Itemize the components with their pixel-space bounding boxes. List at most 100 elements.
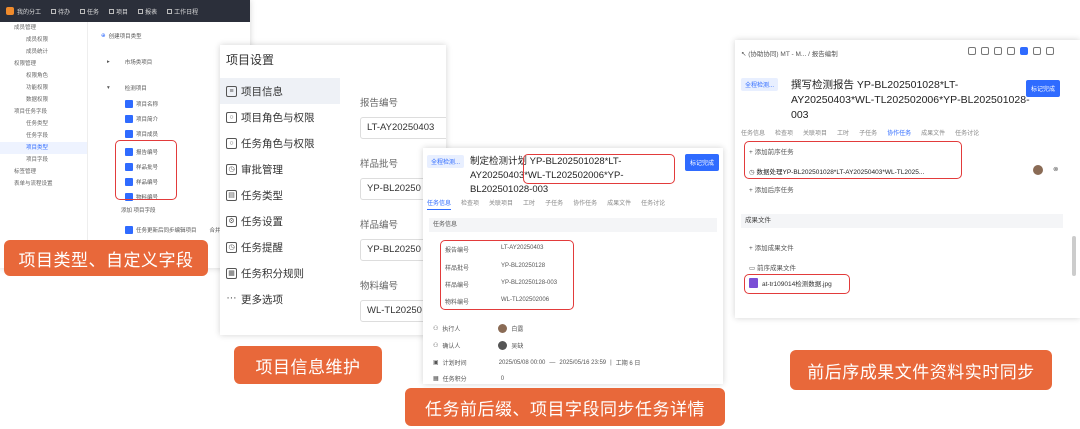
sync-option-row[interactable]: 任务更新后同步编辑项目 合并同 (125, 226, 226, 234)
app-name[interactable]: 我的分工 (17, 7, 41, 16)
checkbox[interactable] (125, 226, 133, 234)
flag-icon[interactable] (1020, 47, 1028, 55)
pre-files-folder[interactable]: ▭ 前序成果文件 (749, 262, 796, 272)
menu-approval[interactable]: ◷ 审批管理 (220, 156, 340, 182)
tab-linked-project[interactable]: 关联项目 (489, 198, 513, 210)
tab-discussion[interactable]: 任务讨论 (955, 128, 979, 137)
more-icon[interactable] (1046, 47, 1054, 55)
highlight-box (744, 274, 850, 294)
gear-icon: ⚙ (226, 215, 237, 227)
status-badge: 全程检测... (427, 155, 465, 168)
field-label: 样品批号 (360, 159, 399, 170)
add-file-button[interactable]: + 添加成果文件 (749, 242, 794, 252)
score-icon: ▦ (433, 376, 439, 382)
type-row-market[interactable]: ▸ 市场类项目 (107, 58, 152, 66)
sidebar-item[interactable]: 权限角色 (0, 70, 87, 82)
nav-task[interactable]: 任务 (80, 7, 99, 16)
field-row[interactable]: 项目简介 (125, 115, 158, 123)
field-label: 物料编号 (360, 281, 399, 292)
tab-subtasks[interactable]: 子任务 (859, 128, 877, 137)
menu-task-type[interactable]: ▤ 任务类型 (220, 182, 340, 208)
tab-hours[interactable]: 工时 (837, 128, 849, 137)
tab-discussion[interactable]: 任务讨论 (641, 198, 665, 210)
executor-row: ⚇ 执行人 白露 (433, 324, 524, 333)
tab-subtasks[interactable]: 子任务 (545, 198, 563, 210)
user-icon: ○ (226, 137, 237, 149)
menu-more[interactable]: ⋯ 更多选项 (220, 286, 340, 312)
tab-collab[interactable]: 协作任务 (887, 128, 911, 137)
info-icon: ≡ (226, 85, 237, 97)
section-header: 成果文件 (741, 214, 1063, 228)
caption-project-type: 项目类型、自定义字段 (4, 240, 208, 276)
menu-task-roles[interactable]: ○ 任务角色与权限 (220, 130, 340, 156)
avatar (1033, 165, 1043, 175)
breadcrumb: ↖ (协助协同) MT - M... / 报告编制 (741, 51, 838, 58)
project-settings-panel: 项目设置 ≡ 项目信息 ○ 项目角色与权限 ○ 任务角色与权限 ◷ 审批管理 ▤ 任务类型… (220, 45, 446, 335)
sidebar-item[interactable]: 成员权限 (0, 34, 87, 46)
sidebar-item[interactable]: 任务字段 (0, 130, 87, 142)
score-icon: ▦ (226, 267, 237, 279)
mark-complete-button[interactable]: 标记完成 (1025, 80, 1060, 97)
sidebar-item[interactable]: 数据权限 (0, 94, 87, 106)
tab-files[interactable]: 成果文件 (607, 198, 631, 210)
sidebar-item[interactable]: 权限管理 (0, 58, 87, 70)
checkbox[interactable] (125, 130, 133, 138)
sidebar-item[interactable]: 标签管理 (0, 166, 87, 178)
type-row-test[interactable]: ▾ 检测项目 (107, 84, 147, 92)
checkbox[interactable] (125, 100, 133, 108)
plan-time-row: ▣ 计划时间 2025/05/08 00:00—2025/05/16 23:59 | 工… (433, 359, 641, 368)
nav-todo[interactable]: 待办 (51, 7, 70, 16)
tab-checklist[interactable]: 检查项 (775, 128, 793, 137)
back-arrow-icon[interactable]: ↖ (741, 51, 746, 58)
nav-project[interactable]: 项目 (109, 7, 128, 16)
tab-files[interactable]: 成果文件 (921, 128, 945, 137)
tab-task-info[interactable]: 任务信息 (427, 198, 452, 210)
create-project-type-button[interactable]: ⊕ 创建项目类型 (101, 32, 142, 40)
scrollbar[interactable] (1072, 236, 1076, 276)
add-field-button[interactable]: 添加 项目字段 (121, 206, 156, 214)
alarm-icon[interactable] (1007, 47, 1015, 55)
sidebar-item[interactable]: 成员管理 (0, 22, 87, 34)
section-header: 任务信息 (429, 218, 717, 232)
top-nav-bar: 我的分工 待办 任务 项目 报表 工作日程 (0, 0, 250, 22)
tab-collab[interactable]: 协作任务 (573, 198, 597, 210)
menu-task-reminder[interactable]: ◷ 任务提醒 (220, 234, 340, 260)
tab-checklist[interactable]: 检查项 (461, 198, 479, 210)
clock-icon[interactable] (994, 47, 1002, 55)
sidebar-item[interactable]: 表单与流程设置 (0, 178, 87, 190)
menu-task-settings[interactable]: ⚙ 任务设置 (220, 208, 340, 234)
task-tabs: 任务信息 检查项 关联项目 工时 子任务 协作任务 成果文件 任务讨论 (741, 128, 979, 137)
field-row[interactable]: 项目名称 (125, 100, 158, 108)
share-icon[interactable] (968, 47, 976, 55)
report-number-input[interactable]: LT-AY20250403 (360, 117, 446, 139)
tab-task-info[interactable]: 任务信息 (741, 128, 765, 137)
add-post-task-button[interactable]: + 添加后序任务 (749, 184, 794, 194)
sidebar-item[interactable]: 任务类型 (0, 118, 87, 130)
task-tabs: 任务信息 检查项 关联项目 工时 子任务 协作任务 成果文件 任务讨论 (427, 198, 665, 210)
user-icon: ⚇ (433, 326, 439, 332)
menu-project-info[interactable]: ≡ 项目信息 (220, 78, 340, 104)
star-icon[interactable] (1033, 47, 1041, 55)
tab-hours[interactable]: 工时 (523, 198, 535, 210)
more-icon: ⋯ (226, 292, 237, 304)
menu-score-rules[interactable]: ▦ 任务积分规则 (220, 260, 340, 286)
chevron-down-icon: ▾ (107, 85, 110, 91)
checkbox[interactable] (125, 115, 133, 123)
nav-report[interactable]: 报表 (138, 7, 157, 16)
sidebar-item[interactable]: 项目字段 (0, 154, 87, 166)
sidebar-item[interactable]: 项目任务字段 (0, 106, 87, 118)
sidebar-item[interactable]: 功能权限 (0, 82, 87, 94)
field-row[interactable]: 项目成员 (125, 130, 158, 138)
mark-complete-button[interactable]: 标记完成 (684, 154, 719, 171)
project-icon (109, 8, 115, 14)
menu-project-roles[interactable]: ○ 项目角色与权限 (220, 104, 340, 130)
sidebar-item-project-type[interactable]: 项目类型 (0, 142, 87, 154)
calendar-icon: ▣ (433, 360, 439, 366)
sidebar-item[interactable]: 成员统计 (0, 46, 87, 58)
highlight-box (440, 240, 574, 310)
tab-linked-project[interactable]: 关联项目 (803, 128, 827, 137)
link-icon[interactable] (981, 47, 989, 55)
nav-schedule[interactable]: 工作日程 (167, 7, 198, 16)
status-badge: 全程检测... (741, 78, 779, 91)
remove-icon[interactable]: ⊗ (1053, 165, 1058, 173)
